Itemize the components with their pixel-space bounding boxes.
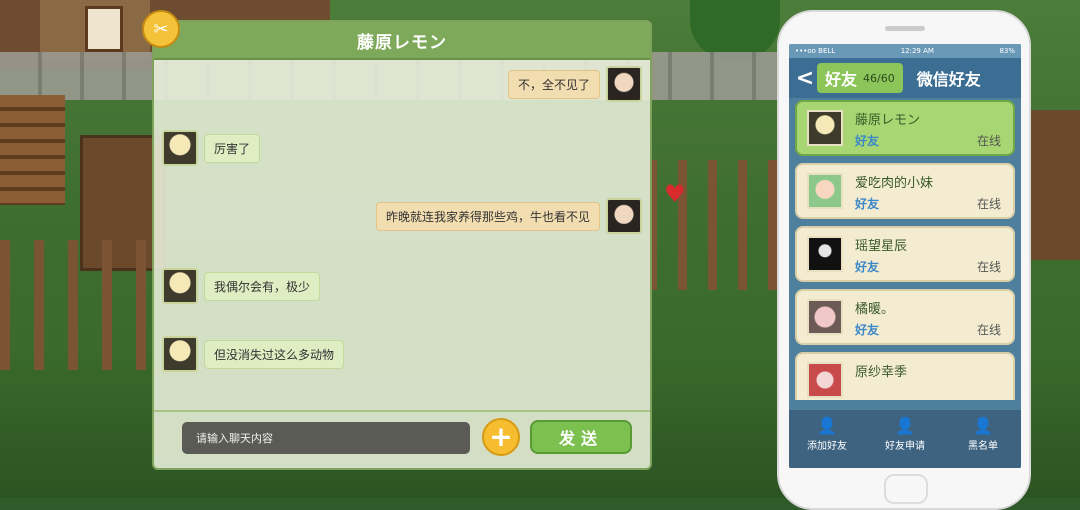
message-row: 不，全不见了 — [507, 66, 642, 102]
friend-count: 46/60 — [863, 71, 895, 85]
avatar[interactable] — [162, 130, 198, 166]
friend-tag: 好友 — [855, 197, 880, 211]
friend-name: 瑶望星辰 — [855, 239, 908, 254]
avatar — [807, 110, 843, 146]
friend-item[interactable]: 橘暖。 好友 在线 — [795, 289, 1015, 345]
phone-screen: •••oo BELL 12:29 AM 83% < 好友 46/60 微信好友 … — [789, 44, 1021, 468]
chat-input[interactable]: 请输入聊天内容 — [182, 422, 470, 454]
fence-left — [0, 240, 160, 370]
message-list[interactable]: 不，全不见了 厉害了 昨晚就连我家养得那些鸡，牛也看不见 我偶尔会有，极少 但没… — [154, 60, 650, 412]
avatar — [807, 299, 843, 335]
friend-name: 爱吃肉的小妹 — [855, 176, 934, 191]
message-bubble: 但没消失过这么多动物 — [204, 339, 345, 369]
message-row: 厉害了 — [162, 130, 261, 166]
phone-footer: 👤 添加好友 👤 好友申请 👤 黑名单 — [789, 410, 1021, 468]
close-chat-button[interactable]: ✂ — [142, 10, 180, 48]
add-user-icon: 👤 — [817, 416, 837, 435]
user-check-icon: 👤 — [895, 416, 915, 435]
friend-requests-label: 好友申请 — [885, 441, 925, 452]
avatar — [807, 173, 843, 209]
friend-item[interactable]: 原纱幸季 — [795, 352, 1015, 400]
tab-friends[interactable]: 好友 46/60 — [817, 63, 903, 93]
avatar — [807, 236, 843, 272]
avatar[interactable] — [606, 66, 642, 102]
friend-name: 橘暖。 — [855, 302, 895, 317]
status-bar: •••oo BELL 12:29 AM 83% — [789, 44, 1021, 58]
message-row: 昨晚就连我家养得那些鸡，牛也看不见 — [375, 198, 642, 234]
heart-icon: ♥ — [664, 180, 686, 208]
friend-name: 原纱幸季 — [855, 365, 908, 380]
carrier-label: •••oo BELL — [795, 47, 836, 55]
friend-status: 在线 — [976, 197, 1001, 211]
friend-item[interactable]: 藤原レモン 好友 在线 — [795, 100, 1015, 156]
blacklist-label: 黑名单 — [968, 441, 998, 452]
user-block-icon: 👤 — [973, 416, 993, 435]
plus-button[interactable]: + — [482, 418, 520, 456]
friend-tag: 好友 — [855, 323, 880, 337]
avatar[interactable] — [162, 336, 198, 372]
message-row: 我偶尔会有，极少 — [162, 268, 321, 304]
home-button[interactable] — [884, 474, 928, 504]
add-friend-button[interactable]: 👤 添加好友 — [789, 416, 865, 452]
message-bubble: 厉害了 — [204, 133, 261, 163]
friend-status: 在线 — [976, 323, 1001, 337]
chat-header: 藤原レモン — [154, 22, 650, 60]
friend-requests-button[interactable]: 👤 好友申请 — [867, 416, 943, 452]
tree — [690, 0, 780, 60]
back-arrow-icon[interactable]: < — [793, 66, 817, 91]
divider — [154, 410, 650, 412]
friend-name: 藤原レモン — [855, 113, 921, 128]
wooden-stairs — [0, 95, 65, 205]
fence-right — [1030, 110, 1080, 260]
input-bar: 请输入聊天内容 + 发送 — [154, 414, 650, 468]
clock-label: 12:29 AM — [900, 47, 934, 55]
phone-speaker — [885, 26, 925, 31]
message-bubble: 不，全不见了 — [507, 69, 600, 99]
friend-item[interactable]: 瑶望星辰 好友 在线 — [795, 226, 1015, 282]
chat-panel: 藤原レモン 不，全不见了 厉害了 昨晚就连我家养得那些鸡，牛也看不见 我偶尔会有… — [152, 20, 652, 470]
battery-label: 83% — [999, 47, 1015, 55]
scissors-icon: ✂ — [153, 18, 169, 40]
friend-status: 在线 — [976, 134, 1001, 148]
blacklist-button[interactable]: 👤 黑名单 — [945, 416, 1021, 452]
avatar[interactable] — [162, 268, 198, 304]
message-bubble: 我偶尔会有，极少 — [204, 271, 321, 301]
friend-tag: 好友 — [855, 134, 880, 148]
send-button[interactable]: 发送 — [530, 420, 632, 454]
friend-list[interactable]: 藤原レモン 好友 在线 爱吃肉的小妹 好友 在线 瑶望星辰 好友 在线 橘暖。 … — [789, 100, 1021, 400]
phone-frame: •••oo BELL 12:29 AM 83% < 好友 46/60 微信好友 … — [777, 10, 1031, 510]
tab-wechat-friends[interactable]: 微信好友 — [917, 66, 981, 90]
chat-title: 藤原レモン — [357, 32, 447, 53]
house-window — [85, 6, 123, 52]
message-bubble: 昨晚就连我家养得那些鸡，牛也看不见 — [375, 201, 600, 231]
avatar[interactable] — [606, 198, 642, 234]
friend-status: 在线 — [976, 260, 1001, 274]
friend-item[interactable]: 爱吃肉的小妹 好友 在线 — [795, 163, 1015, 219]
add-friend-label: 添加好友 — [807, 441, 847, 452]
phone-header: < 好友 46/60 微信好友 — [789, 58, 1021, 98]
friend-tag: 好友 — [855, 260, 880, 274]
tab-friends-label: 好友 — [825, 70, 858, 89]
message-row: 但没消失过这么多动物 — [162, 336, 345, 372]
avatar — [807, 362, 843, 398]
